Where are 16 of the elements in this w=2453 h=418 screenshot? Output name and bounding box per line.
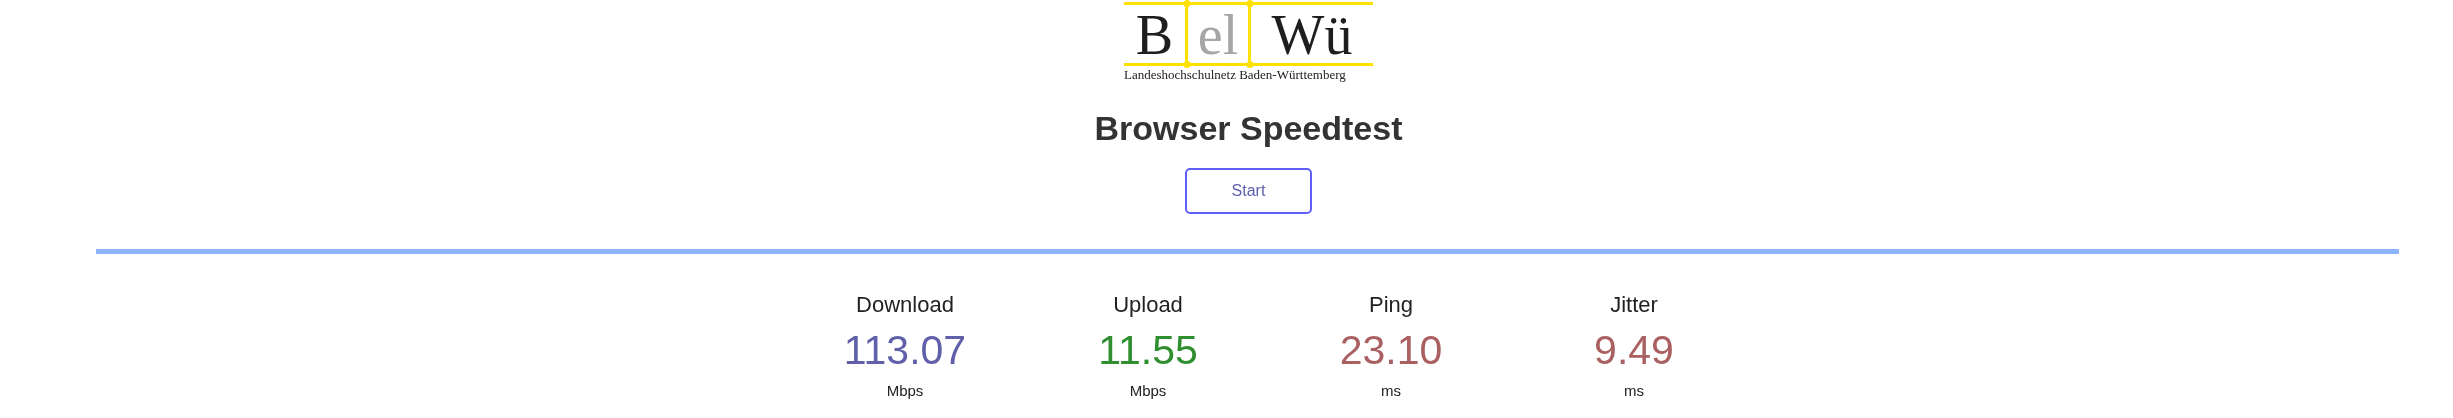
- logo-subtitle: Landeshochschulnetz Baden-Württemberg: [1124, 67, 1347, 82]
- metric-value: 9.49: [1594, 326, 1674, 374]
- metric-value: 11.55: [1098, 326, 1198, 374]
- metric-label: Ping: [1368, 292, 1413, 318]
- metric-label: Jitter: [1610, 292, 1658, 318]
- metric-label: Download: [856, 292, 954, 318]
- metric-label: Upload: [1113, 292, 1183, 318]
- metric-value: 113.07: [843, 326, 967, 374]
- metric-unit: ms: [1624, 382, 1644, 399]
- metric-unit: Mbps: [886, 382, 924, 399]
- page-title: Browser Speedtest: [1094, 108, 1403, 148]
- logo-letters: B: [1134, 5, 1175, 63]
- metric-unit: Mbps: [1129, 382, 1167, 399]
- metric-unit: ms: [1381, 382, 1401, 399]
- metric-value: 23.10: [1339, 326, 1443, 374]
- start-button[interactable]: Start: [1185, 168, 1312, 214]
